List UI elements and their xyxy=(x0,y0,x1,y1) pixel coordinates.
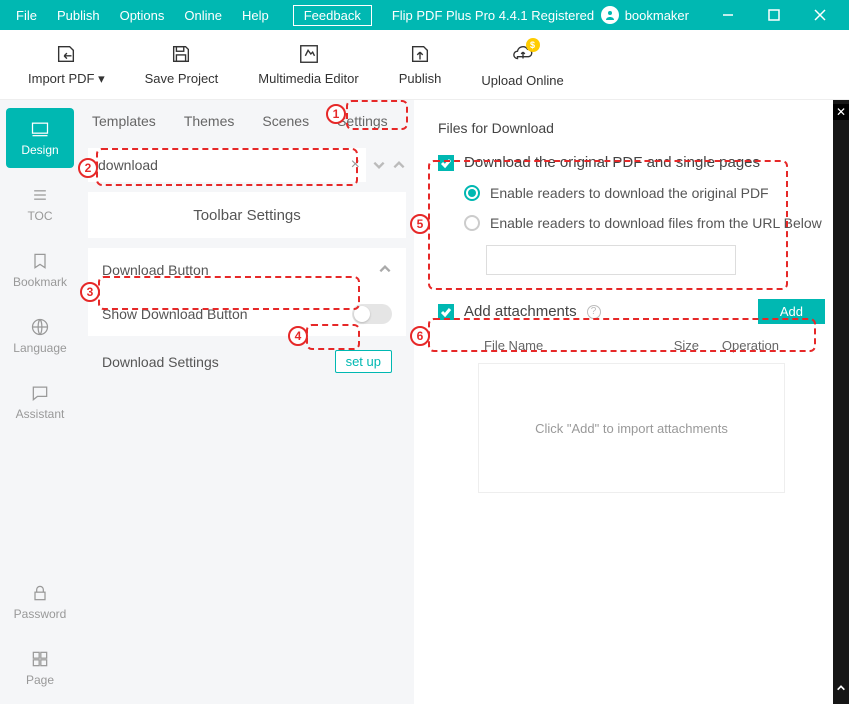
files-for-download-panel: ✕ Files for Download Download the origin… xyxy=(414,100,849,704)
add-attachment-button[interactable]: Add xyxy=(758,299,825,324)
settings-panel: Templates Themes Scenes Settings × Toolb… xyxy=(80,100,414,704)
radio-url[interactable] xyxy=(464,215,480,231)
clear-search-icon[interactable]: × xyxy=(351,156,360,174)
menu-options[interactable]: Options xyxy=(110,8,175,23)
search-prev[interactable] xyxy=(372,158,386,172)
download-button-row[interactable]: Download Button xyxy=(88,248,406,292)
user-avatar-icon[interactable] xyxy=(601,6,619,24)
download-settings-label: Download Settings xyxy=(102,354,219,370)
radio-original-pdf[interactable] xyxy=(464,185,480,201)
bookmark-icon xyxy=(30,251,50,271)
titlebar: File Publish Options Online Help Feedbac… xyxy=(0,0,849,30)
grid-icon xyxy=(30,649,50,669)
menu-online[interactable]: Online xyxy=(174,8,232,23)
window-close[interactable] xyxy=(797,0,843,30)
upload-icon xyxy=(409,43,431,65)
sidebar-language[interactable]: Language xyxy=(0,306,80,366)
toolbar-settings-header: Toolbar Settings xyxy=(88,192,406,238)
tab-scenes[interactable]: Scenes xyxy=(262,113,309,129)
download-pdf-checkbox[interactable] xyxy=(438,155,454,171)
globe-icon xyxy=(30,317,50,337)
chevron-up-icon xyxy=(833,680,849,696)
upload-online-button[interactable]: $ Upload Online xyxy=(481,42,563,88)
menu-publish[interactable]: Publish xyxy=(47,8,110,23)
sidebar-design[interactable]: Design xyxy=(6,108,74,168)
save-icon xyxy=(170,43,192,65)
close-panel-icon[interactable]: ✕ xyxy=(833,104,849,120)
panel-title: Files for Download xyxy=(438,120,825,136)
menu-help[interactable]: Help xyxy=(232,8,279,23)
user-name[interactable]: bookmaker xyxy=(625,8,689,23)
attachments-table-header: File Name Size Operation xyxy=(438,324,825,363)
sidebar-page[interactable]: Page xyxy=(0,638,80,698)
help-icon[interactable]: ? xyxy=(587,305,601,319)
feedback-button[interactable]: Feedback xyxy=(293,5,372,26)
dollar-badge: $ xyxy=(526,38,540,52)
download-url-input[interactable] xyxy=(486,245,736,275)
toolbar: Import PDF ▾ Save Project Multimedia Edi… xyxy=(0,30,849,100)
sidebar-assistant[interactable]: Assistant xyxy=(0,372,80,432)
lock-icon xyxy=(30,583,50,603)
publish-button[interactable]: Publish xyxy=(399,43,442,86)
radio-original-pdf-label: Enable readers to download the original … xyxy=(490,185,769,201)
menu-file[interactable]: File xyxy=(6,8,47,23)
import-pdf-button[interactable]: Import PDF ▾ xyxy=(28,43,105,87)
tab-themes[interactable]: Themes xyxy=(184,113,235,129)
window-minimize[interactable] xyxy=(705,0,751,30)
add-attachments-checkbox[interactable] xyxy=(438,304,454,320)
window-maximize[interactable] xyxy=(751,0,797,30)
tab-templates[interactable]: Templates xyxy=(92,113,156,129)
search-next[interactable] xyxy=(392,158,406,172)
overlay-backdrop xyxy=(833,100,849,704)
left-sidebar: Design TOC Bookmark Language Assistant P… xyxy=(0,100,80,704)
multimedia-editor-button[interactable]: Multimedia Editor xyxy=(258,43,358,86)
radio-url-label: Enable readers to download files from th… xyxy=(490,215,822,231)
chat-icon xyxy=(30,383,50,403)
show-download-toggle[interactable] xyxy=(352,304,392,324)
save-project-button[interactable]: Save Project xyxy=(145,43,219,86)
setup-button[interactable]: set up xyxy=(335,350,392,373)
monitor-icon xyxy=(30,119,50,139)
sidebar-password[interactable]: Password xyxy=(0,572,80,632)
import-icon xyxy=(55,43,77,65)
chevron-up-icon xyxy=(378,262,392,279)
search-input[interactable] xyxy=(88,148,366,182)
app-title: Flip PDF Plus Pro 4.4.1 Registered xyxy=(392,8,594,23)
show-download-row: Show Download Button xyxy=(88,292,406,336)
add-attachments-label: Add attachments xyxy=(464,303,577,320)
list-icon xyxy=(30,185,50,205)
download-pdf-label: Download the original PDF and single pag… xyxy=(464,154,760,171)
sidebar-toc[interactable]: TOC xyxy=(0,174,80,234)
attachments-empty: Click "Add" to import attachments xyxy=(478,363,785,493)
sidebar-bookmark[interactable]: Bookmark xyxy=(0,240,80,300)
edit-icon xyxy=(298,43,320,65)
